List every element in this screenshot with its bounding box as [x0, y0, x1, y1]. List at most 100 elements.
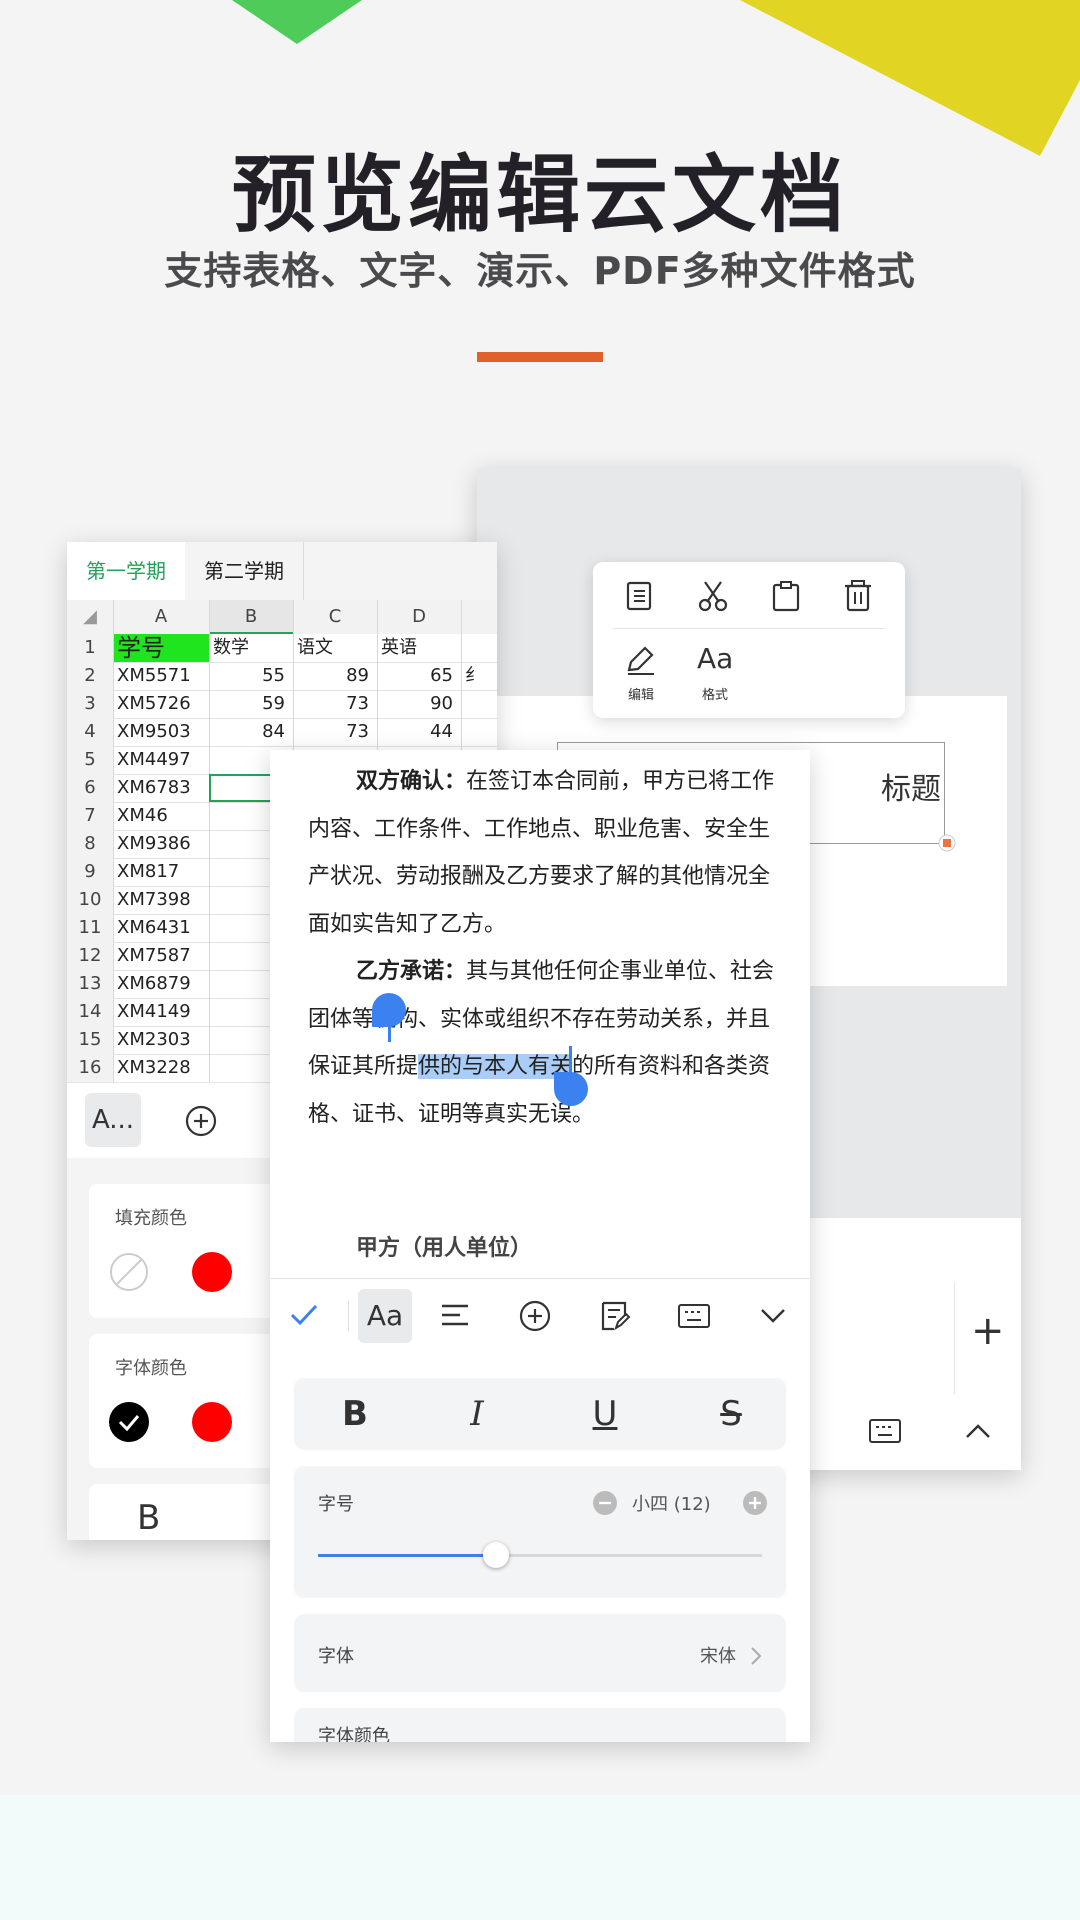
insert-plus-icon[interactable] [519, 1300, 551, 1332]
row-number[interactable]: 2 [67, 662, 113, 690]
black-swatch-checked-icon[interactable] [109, 1402, 149, 1442]
row-number[interactable]: 10 [67, 886, 113, 914]
cell-number[interactable]: 44 [377, 718, 461, 746]
cell-a[interactable]: XM3228 [113, 1054, 209, 1082]
cell-a[interactable]: XM6783 [113, 774, 209, 802]
cell-a[interactable]: XM9386 [113, 830, 209, 858]
cell-a[interactable]: XM817 [113, 858, 209, 886]
tab-second-semester[interactable]: 第二学期 [185, 542, 304, 600]
cell-number[interactable]: 65 [377, 662, 461, 690]
cell-a[interactable]: XM2303 [113, 1026, 209, 1054]
column-header[interactable]: C [293, 600, 377, 634]
font-family-card[interactable]: 字体 宋体 [294, 1614, 786, 1692]
grid-line [113, 600, 114, 1082]
selection-start-handle[interactable] [372, 993, 406, 1027]
row-number[interactable]: 12 [67, 942, 113, 970]
row-number[interactable]: 1 [67, 634, 113, 662]
italic-button[interactable]: I [442, 1392, 512, 1436]
accent-bar [477, 352, 603, 362]
paste-icon[interactable] [771, 580, 801, 612]
cell-header[interactable]: 语文 [293, 634, 377, 662]
bold-button[interactable]: B [320, 1392, 390, 1436]
cut-icon[interactable] [697, 580, 729, 612]
add-slide-button[interactable]: + [971, 1308, 1005, 1354]
cell-a[interactable]: 学号 [113, 634, 209, 662]
grid-line [209, 600, 210, 1082]
font-family-value: 宋体 [700, 1646, 736, 1667]
font-color-label: 字体颜色 [318, 1726, 390, 1742]
font-color-label: 字体颜色 [115, 1358, 187, 1379]
column-header[interactable]: B [209, 600, 293, 634]
cell-a[interactable]: XM4149 [113, 998, 209, 1026]
cell-a[interactable]: XM4497 [113, 746, 209, 774]
row-number[interactable]: 6 [67, 774, 113, 802]
row-number[interactable]: 7 [67, 802, 113, 830]
text-style-card: B I U S [294, 1378, 786, 1450]
font-format-aa-icon[interactable]: Aa [358, 1289, 412, 1343]
row-number[interactable]: 13 [67, 970, 113, 998]
row-number[interactable]: 14 [67, 998, 113, 1026]
font-size-label: 字号 [318, 1494, 354, 1515]
edit-pencil-icon[interactable] [625, 644, 657, 676]
chevron-up-icon[interactable] [965, 1422, 991, 1440]
review-note-icon[interactable] [600, 1300, 630, 1332]
cell-number[interactable]: 84 [209, 718, 293, 746]
cell-number[interactable]: 59 [209, 690, 293, 718]
cell-number[interactable]: 73 [293, 690, 377, 718]
decrease-size-icon[interactable] [592, 1490, 618, 1516]
column-header[interactable] [461, 600, 497, 634]
cell-a[interactable]: XM7398 [113, 886, 209, 914]
cell-a[interactable]: XM6879 [113, 970, 209, 998]
document-body[interactable]: 双方确认：在签订本合同前，甲方已将工作内容、工作条件、工作地点、职业危害、安全生… [308, 758, 778, 1138]
cell-number[interactable]: 55 [209, 662, 293, 690]
underline-button[interactable]: U [570, 1392, 640, 1436]
bold-button[interactable]: B [137, 1498, 160, 1538]
cell-a[interactable]: XM5571 [113, 662, 209, 690]
row-number[interactable]: 11 [67, 914, 113, 942]
strikethrough-button[interactable]: S [696, 1392, 766, 1436]
checkmark-icon[interactable] [290, 1303, 318, 1327]
selection-end-handle[interactable] [554, 1072, 588, 1106]
row-number[interactable]: 4 [67, 718, 113, 746]
font-size-slider-knob[interactable] [482, 1542, 509, 1568]
cell-number[interactable]: 90 [377, 690, 461, 718]
copy-icon[interactable] [625, 580, 655, 612]
insert-plus-icon[interactable] [185, 1105, 217, 1137]
row-number[interactable]: 15 [67, 1026, 113, 1054]
align-left-icon[interactable] [440, 1303, 470, 1329]
increase-size-icon[interactable] [742, 1490, 768, 1516]
chevron-right-icon [751, 1647, 762, 1665]
fill-red-swatch[interactable] [192, 1252, 232, 1292]
select-all-corner[interactable]: ◢ [67, 600, 113, 634]
page-subtitle: 支持表格、文字、演示、PDF多种文件格式 [164, 249, 916, 293]
no-fill-icon[interactable] [109, 1252, 149, 1292]
row-number[interactable]: 8 [67, 830, 113, 858]
row-number[interactable]: 3 [67, 690, 113, 718]
keyboard-icon[interactable] [678, 1303, 710, 1329]
cell-number[interactable]: 89 [293, 662, 377, 690]
selected-text[interactable]: 供的与本人有关 [418, 1054, 573, 1079]
cell-e[interactable]: 纟 [465, 662, 497, 690]
cell-a[interactable]: XM5726 [113, 690, 209, 718]
delete-icon[interactable] [843, 580, 873, 612]
cell-a[interactable]: XM7587 [113, 942, 209, 970]
column-header[interactable]: A [113, 600, 209, 634]
format-aa-icon[interactable]: Aa [697, 642, 733, 675]
cell-header[interactable]: 数学 [209, 634, 293, 662]
cell-a[interactable]: XM9503 [113, 718, 209, 746]
row-number[interactable]: 5 [67, 746, 113, 774]
row-number[interactable]: 16 [67, 1054, 113, 1082]
font-size-slider-track[interactable] [318, 1542, 762, 1568]
cell-a[interactable]: XM46 [113, 802, 209, 830]
column-header[interactable]: D [377, 600, 461, 634]
font-red-swatch[interactable] [192, 1402, 232, 1442]
resize-handle-icon[interactable] [938, 834, 956, 852]
row-number[interactable]: 9 [67, 858, 113, 886]
cell-a[interactable]: XM6431 [113, 914, 209, 942]
chevron-down-icon[interactable] [760, 1307, 786, 1325]
cell-header[interactable]: 英语 [377, 634, 461, 662]
cell-number[interactable]: 73 [293, 718, 377, 746]
text-style-button[interactable]: A... [85, 1093, 141, 1147]
keyboard-icon[interactable] [869, 1418, 901, 1444]
tab-first-semester[interactable]: 第一学期 [67, 542, 185, 600]
